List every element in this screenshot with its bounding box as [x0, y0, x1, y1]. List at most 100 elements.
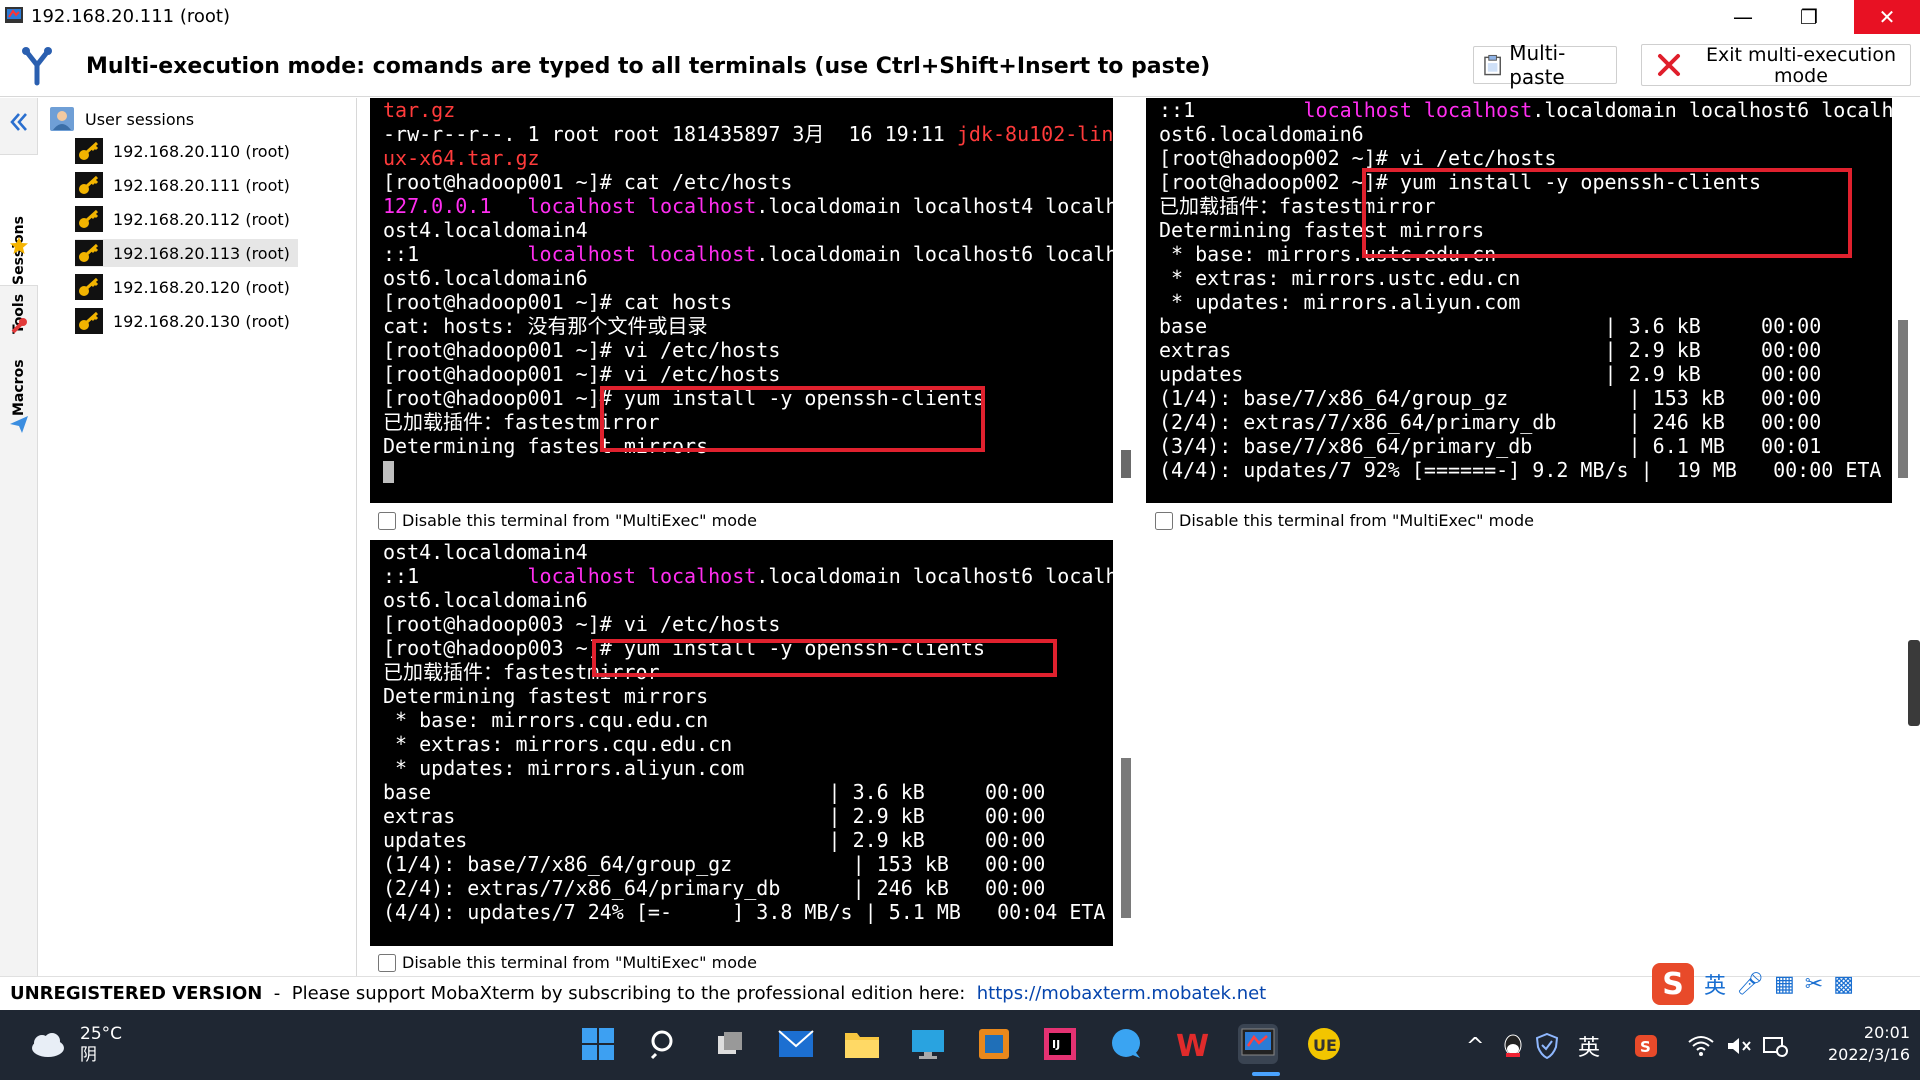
session-label: 192.168.20.110 (root): [113, 141, 290, 161]
checkbox[interactable]: [1155, 511, 1173, 530]
ultraedit-icon[interactable]: UE: [1304, 1024, 1344, 1064]
shield-icon[interactable]: [1536, 1030, 1558, 1062]
task-view-icon[interactable]: [710, 1024, 750, 1064]
system-clock[interactable]: 20:01 2022/3/16: [1800, 1022, 1910, 1066]
clock-date: 2022/3/16: [1827, 1045, 1910, 1064]
terminal-line: (4/4): updates/7 92% [======-] 9.2 MB/s …: [1159, 458, 1882, 482]
sogou-logo-icon[interactable]: S: [1652, 963, 1694, 1005]
user-sessions-icon: [50, 107, 74, 131]
session-label: 192.168.20.130 (root): [113, 311, 290, 331]
terminal-line: [root@hadoop001 ~]# cat hosts: [383, 290, 733, 314]
terminal-line: ost4.localdomain4: [383, 540, 588, 564]
ssh-key-icon: [75, 172, 103, 198]
grid-icon[interactable]: ▩: [1833, 972, 1854, 997]
terminal-line: * extras: mirrors.cqu.edu.cn: [383, 732, 733, 756]
terminal-line: tar.gz: [383, 98, 456, 122]
disable-multiexec-checkbox-3[interactable]: Disable this terminal from "MultiExec" m…: [378, 953, 757, 972]
ssh-key-icon: [75, 274, 103, 300]
terminal-hadoop003[interactable]: ost4.localdomain4::1 localhost localhost…: [370, 540, 1113, 946]
terminal-scrollbar[interactable]: [1121, 758, 1131, 918]
terminal-line: (4/4): updates/7 24% [=- ] 3.8 MB/s | 5.…: [383, 900, 1106, 924]
clock-time: 20:01: [1863, 1023, 1910, 1042]
status-separator: -: [262, 983, 292, 1004]
svg-text:S: S: [1640, 1038, 1651, 1056]
session-item[interactable]: 192.168.20.113 (root): [75, 239, 298, 267]
intellij-icon[interactable]: IJ: [1040, 1024, 1080, 1064]
remote-desktop-icon[interactable]: [908, 1024, 948, 1064]
terminal-line: * extras: mirrors.ustc.edu.cn: [1159, 266, 1521, 290]
terminal-line: ost6.localdomain6: [1159, 122, 1364, 146]
checkbox-label: Disable this terminal from "MultiExec" m…: [402, 953, 757, 972]
disable-multiexec-checkbox-1[interactable]: Disable this terminal from "MultiExec" m…: [378, 511, 757, 530]
user-sessions-folder[interactable]: User sessions: [49, 106, 194, 132]
exit-multiexec-label: Exit multi-execution mode: [1705, 45, 1897, 85]
search-icon[interactable]: [644, 1024, 684, 1064]
mobaxterm-app-icon: [5, 7, 23, 23]
multi-execution-icon: [22, 47, 52, 86]
terminal-hadoop002[interactable]: ::1 localhost localhost.localdomain loca…: [1146, 98, 1892, 503]
wifi-icon[interactable]: [1688, 1030, 1714, 1062]
terminal-line: ost6.localdomain6: [383, 266, 588, 290]
terminal-line: [root@hadoop002 ~]# vi /etc/hosts: [1159, 146, 1557, 170]
tray-lang-indicator[interactable]: 英: [1578, 1030, 1600, 1062]
paper-plane-icon: [10, 416, 28, 433]
terminal-scrollbar[interactable]: [1121, 450, 1131, 478]
ssh-key-icon: [75, 240, 103, 266]
ssh-key-icon: [75, 308, 103, 334]
ime-lang-toggle[interactable]: 英: [1704, 968, 1726, 1000]
mobaxterm-taskbar-icon[interactable]: [1238, 1024, 1278, 1064]
terminal-line: (2/4): extras/7/x86_64/primary_db | 246 …: [1159, 410, 1822, 434]
terminal-line: ost6.localdomain6: [383, 588, 588, 612]
session-item[interactable]: 192.168.20.130 (root): [75, 307, 298, 335]
collapse-chevron-icon[interactable]: [7, 110, 31, 134]
checkbox[interactable]: [378, 511, 396, 530]
star-icon: [10, 237, 28, 254]
svg-text:UE: UE: [1313, 1036, 1337, 1055]
minimize-button[interactable]: —: [1710, 0, 1776, 34]
tab-macros[interactable]: Macros: [0, 348, 38, 416]
terminal-line: updates | 2.9 kB 00:00: [383, 828, 1046, 852]
windows-start-icon[interactable]: [578, 1024, 618, 1064]
terminal-line: (3/4): base/7/x86_64/primary_db | 6.1 MB…: [1159, 434, 1822, 458]
table-icon[interactable]: ▦: [1774, 972, 1795, 997]
terminal-line: base | 3.6 kB 00:00: [1159, 314, 1822, 338]
terminal-line: [root@hadoop001 ~]# cat /etc/hosts: [383, 170, 793, 194]
svg-text:IJ: IJ: [1052, 1038, 1060, 1051]
terminal-line: ux-x64.tar.gz: [383, 146, 540, 170]
close-button[interactable]: ✕: [1854, 0, 1920, 34]
session-item[interactable]: 192.168.20.120 (root): [75, 273, 298, 301]
qq-tray-icon[interactable]: [1502, 1030, 1524, 1062]
notification-settings-icon[interactable]: [1762, 1030, 1788, 1062]
mail-icon[interactable]: [776, 1024, 816, 1064]
volume-muted-icon[interactable]: [1726, 1030, 1752, 1062]
session-item[interactable]: 192.168.20.111 (root): [75, 171, 298, 199]
highlight-box-1: [600, 386, 985, 452]
weather-widget[interactable]: 25°C 阴: [28, 1024, 122, 1066]
terminal-scrollbar[interactable]: [1898, 320, 1908, 478]
session-item[interactable]: 192.168.20.110 (root): [75, 137, 298, 165]
sogou-tray-icon[interactable]: S: [1634, 1030, 1658, 1062]
multi-paste-button[interactable]: Multi-paste: [1473, 41, 1617, 89]
mic-icon[interactable]: 🎤︎: [1736, 972, 1764, 997]
mobaxterm-link[interactable]: https://mobaxterm.mobatek.net: [977, 983, 1266, 1004]
terminal-line: [root@hadoop001 ~]# vi /etc/hosts: [383, 362, 781, 386]
scissors-icon[interactable]: ✂: [1805, 972, 1823, 997]
multiexec-toolbar: Multi-execution mode: comands are typed …: [0, 35, 1920, 97]
active-app-indicator: [1252, 1072, 1280, 1076]
exit-multiexec-button[interactable]: Exit multi-execution mode: [1641, 44, 1911, 86]
disable-multiexec-checkbox-2[interactable]: Disable this terminal from "MultiExec" m…: [1155, 511, 1534, 530]
terminal-line: (1/4): base/7/x86_64/group_gz | 153 kB 0…: [1159, 386, 1822, 410]
chat-app-icon[interactable]: [1106, 1024, 1146, 1064]
tools-icon: [11, 318, 27, 334]
checkbox[interactable]: [378, 953, 396, 972]
temperature: 25°C: [80, 1024, 123, 1044]
file-explorer-icon[interactable]: [842, 1024, 882, 1064]
tray-chevron-icon[interactable]: ^: [1466, 1030, 1484, 1062]
virtualbox-icon[interactable]: [974, 1024, 1014, 1064]
terminal-line: (1/4): base/7/x86_64/group_gz | 153 kB 0…: [383, 852, 1046, 876]
wps-icon[interactable]: W: [1172, 1024, 1212, 1064]
maximize-button[interactable]: ❐: [1776, 0, 1842, 34]
multi-paste-label: Multi-paste: [1509, 41, 1566, 89]
text-cursor: [383, 460, 394, 483]
session-item[interactable]: 192.168.20.112 (root): [75, 205, 298, 233]
